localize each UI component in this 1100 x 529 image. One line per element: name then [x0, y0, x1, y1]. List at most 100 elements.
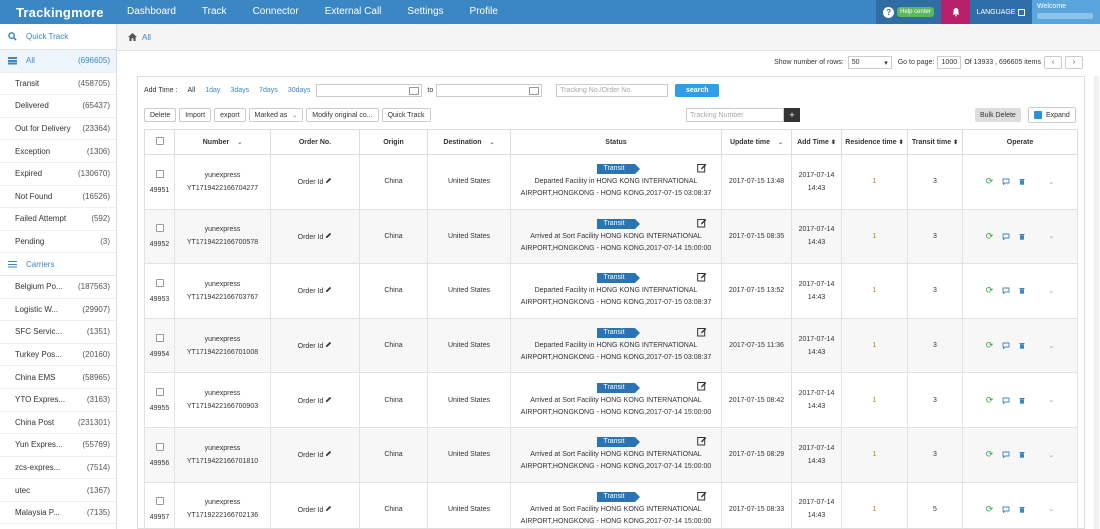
tracking-number[interactable]: YT1719422166703767	[187, 294, 258, 301]
start-date-input[interactable]	[316, 84, 423, 97]
comment-icon[interactable]	[1002, 287, 1010, 295]
sidebar-carrier-yun-express[interactable]: Yun Expres... (55769)	[0, 434, 116, 457]
comment-icon[interactable]	[1002, 451, 1010, 459]
pencil-icon[interactable]	[325, 286, 332, 293]
import-button[interactable]: Import	[179, 108, 212, 122]
row-checkbox[interactable]	[155, 333, 164, 342]
edit-icon[interactable]	[697, 218, 707, 228]
select-all-checkbox[interactable]	[155, 137, 164, 145]
comment-icon[interactable]	[1002, 233, 1010, 240]
trash-icon[interactable]	[1019, 342, 1025, 349]
sidebar-carrier-belgium-post[interactable]: Belgium Po... (187563)	[0, 276, 116, 299]
chevron-down-icon[interactable]: ⌄	[1048, 451, 1054, 459]
row-checkbox[interactable]	[155, 442, 164, 451]
order-no-cell[interactable]: Order Id	[270, 317, 360, 374]
nav-dashboard[interactable]: Dashboard	[127, 0, 189, 24]
sidebar-item-not-found[interactable]: Not Found (16526)	[0, 186, 116, 209]
help-center-button[interactable]: ? Help center	[876, 0, 941, 24]
order-no-cell[interactable]: Order Id	[270, 208, 360, 265]
end-date-input[interactable]	[436, 84, 543, 97]
expand-button[interactable]: Expand	[1028, 107, 1076, 123]
chevron-down-icon[interactable]: ⌄	[1048, 342, 1054, 350]
chevron-down-icon[interactable]: ⌄	[1048, 396, 1054, 404]
nav-profile[interactable]: Profile	[457, 0, 511, 24]
sidebar-carrier-yto-express[interactable]: YTO Expres... (3163)	[0, 389, 116, 412]
sidebar-carrier-malaysia-post[interactable]: Malaysia P... (7135)	[0, 502, 116, 525]
sidebar-item-out-for-delivery[interactable]: Out for Delivery (23364)	[0, 118, 116, 141]
table-row[interactable]: 49956 yunexpress YT1719422166701810 Order…	[144, 426, 1078, 483]
refresh-icon[interactable]: ⟳	[986, 449, 994, 460]
edit-icon[interactable]	[697, 163, 707, 173]
page-number-input[interactable]: 1000	[937, 56, 962, 69]
trash-icon[interactable]	[1019, 506, 1025, 513]
col-number[interactable]: Number ⌄	[174, 129, 271, 155]
comment-icon[interactable]	[1002, 178, 1010, 186]
user-menu[interactable]: Welcome	[1032, 0, 1100, 24]
tracking-number[interactable]: YT1719422166700578	[187, 239, 258, 246]
range-1day[interactable]: 1day	[205, 87, 220, 94]
next-page-button[interactable]: ›	[1065, 56, 1083, 69]
edit-icon[interactable]	[697, 381, 707, 391]
col-update-time[interactable]: Update time ⌄	[721, 129, 792, 155]
pencil-icon[interactable]	[325, 341, 332, 348]
row-checkbox[interactable]	[155, 497, 164, 506]
modify-original-country-button[interactable]: Modify original co...	[306, 108, 379, 122]
pencil-icon[interactable]	[325, 505, 332, 512]
nav-track[interactable]: Track	[189, 0, 240, 24]
tracking-number[interactable]: YT1719222166702136	[187, 512, 258, 519]
sidebar-carrier-sfc-service[interactable]: SFC Servic... (1351)	[0, 321, 116, 344]
col-destination[interactable]: Destination ⌄	[427, 129, 511, 155]
trash-icon[interactable]	[1019, 451, 1025, 458]
sidebar-item-transit[interactable]: Transit (458705)	[0, 73, 116, 96]
trash-icon[interactable]	[1019, 397, 1025, 404]
pencil-icon[interactable]	[325, 177, 332, 184]
pencil-icon[interactable]	[325, 396, 332, 403]
refresh-icon[interactable]: ⟳	[986, 504, 994, 515]
export-button[interactable]: export	[214, 108, 246, 122]
tracking-number[interactable]: YT1719422166701810	[187, 458, 258, 465]
tracking-number-input[interactable]: Tracking Number	[686, 108, 784, 122]
row-checkbox[interactable]	[155, 169, 164, 178]
sidebar-item-expired[interactable]: Expired (130670)	[0, 163, 116, 186]
bulk-delete-button[interactable]: Bulk Delete	[975, 108, 1021, 122]
table-row[interactable]: 49957 yunexpress YT1719222166702136 Order…	[144, 481, 1078, 529]
col-transit-time[interactable]: Transit time ⬍	[907, 129, 963, 155]
home-icon[interactable]	[128, 33, 137, 41]
col-add-time[interactable]: Add Time ⬍	[791, 129, 842, 155]
edit-icon[interactable]	[697, 491, 707, 501]
tracking-number[interactable]: YT1719422166701008	[187, 349, 258, 356]
table-row[interactable]: 49953 yunexpress YT1719422166703767 Order…	[144, 263, 1078, 319]
brand-logo[interactable]: Trackingmore	[0, 5, 127, 20]
edit-icon[interactable]	[697, 272, 707, 282]
refresh-icon[interactable]: ⟳	[986, 231, 994, 242]
sidebar-item-failed-attempt[interactable]: Failed Attempt (592)	[0, 208, 116, 231]
range-all[interactable]: All	[187, 87, 195, 94]
trash-icon[interactable]	[1019, 233, 1025, 240]
chevron-down-icon[interactable]: ⌄	[1048, 232, 1054, 240]
chevron-down-icon[interactable]: ⌄	[1048, 287, 1054, 295]
order-no-cell[interactable]: Order Id	[270, 426, 360, 483]
trash-icon[interactable]	[1019, 178, 1025, 185]
tracking-number[interactable]: YT1719422166704277	[187, 185, 258, 192]
breadcrumb-current[interactable]: All	[142, 33, 151, 42]
quick-track-button[interactable]: Quick Track	[381, 108, 431, 122]
sidebar-item-all[interactable]: All (696605)	[0, 50, 116, 73]
comment-icon[interactable]	[1002, 506, 1010, 513]
order-no-cell[interactable]: Order Id	[270, 481, 360, 529]
pencil-icon[interactable]	[325, 450, 332, 457]
order-no-cell[interactable]: Order Id	[270, 263, 360, 319]
nav-connector[interactable]: Connector	[240, 0, 312, 24]
table-row[interactable]: 49954 yunexpress YT1719422166701008 Order…	[144, 317, 1078, 374]
sidebar-carrier-utec[interactable]: utec (1367)	[0, 479, 116, 502]
order-no-cell[interactable]: Order Id	[270, 154, 360, 210]
row-checkbox[interactable]	[155, 278, 164, 287]
refresh-icon[interactable]: ⟳	[986, 340, 994, 351]
quick-track-link[interactable]: Quick Track	[0, 24, 116, 50]
tracking-number[interactable]: YT1719422166700903	[187, 403, 258, 410]
sidebar-carrier-zcs-express[interactable]: zcs-expres... (7514)	[0, 457, 116, 480]
prev-page-button[interactable]: ‹	[1044, 56, 1062, 69]
sidebar-item-exception[interactable]: Exception (1306)	[0, 140, 116, 163]
edit-icon[interactable]	[697, 436, 707, 446]
delete-button[interactable]: Delete	[144, 108, 177, 122]
sidebar-item-pending[interactable]: Pending (3)	[0, 231, 116, 254]
